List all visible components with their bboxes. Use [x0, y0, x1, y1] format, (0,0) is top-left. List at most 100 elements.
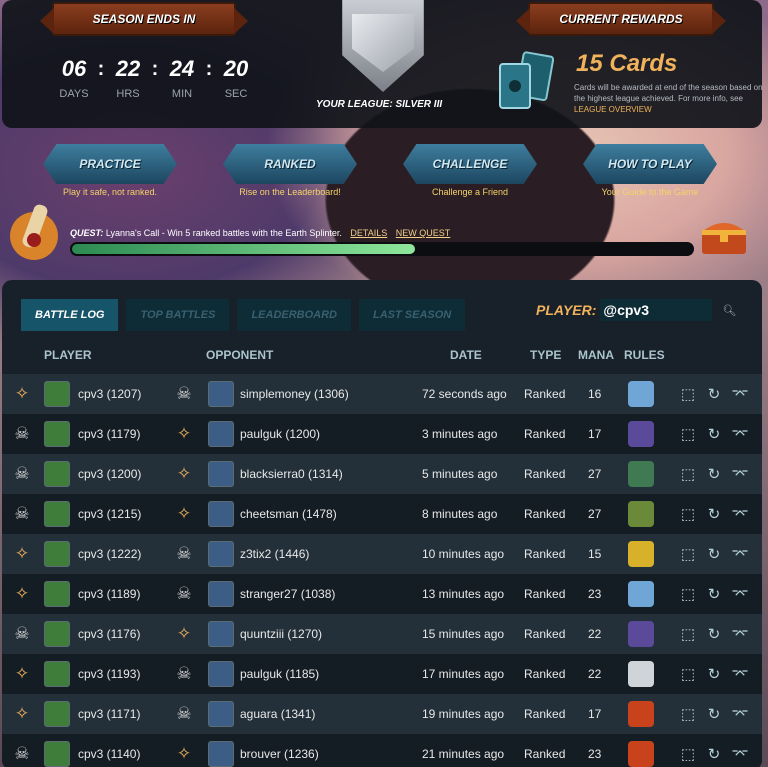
league-overview-link[interactable]: LEAGUE OVERVIEW — [574, 105, 652, 114]
new-quest-link[interactable]: NEW QUEST — [396, 228, 451, 238]
replay-icon[interactable]: ↻ — [704, 494, 724, 534]
player-name[interactable]: cpv3 (1207) — [78, 374, 141, 414]
tab-battle-log[interactable]: BATTLE LOG — [21, 299, 119, 331]
tab-last-season[interactable]: LAST SEASON — [359, 299, 466, 331]
opponent-name[interactable]: cheetsman (1478) — [240, 494, 337, 534]
player-name[interactable]: cpv3 (1200) — [78, 454, 141, 494]
col-type[interactable]: TYPE — [530, 348, 561, 362]
replay-icon[interactable]: ↻ — [704, 534, 724, 574]
expand-icon[interactable]: ⬚ — [678, 734, 698, 767]
how-to-play-label[interactable]: HOW TO PLAY — [583, 144, 717, 184]
expand-icon[interactable]: ⬚ — [678, 654, 698, 694]
practice-label[interactable]: PRACTICE — [43, 144, 177, 184]
expand-icon[interactable]: ⬚ — [678, 694, 698, 734]
avatar[interactable] — [44, 741, 70, 767]
how-to-play-button[interactable]: HOW TO PLAY Your Guide to the Game — [582, 144, 718, 197]
col-rules[interactable]: RULES — [624, 348, 665, 362]
challenge-button[interactable]: CHALLENGE Challenge a Friend — [402, 144, 538, 197]
share-icon[interactable]: ⌤ — [730, 454, 750, 494]
avatar[interactable] — [44, 701, 70, 727]
avatar[interactable] — [44, 621, 70, 647]
tab-leaderboard[interactable]: LEADERBOARD — [237, 299, 351, 331]
share-icon[interactable]: ⌤ — [730, 694, 750, 734]
expand-icon[interactable]: ⬚ — [678, 614, 698, 654]
share-icon[interactable]: ⌤ — [730, 374, 750, 414]
treasure-chest-icon[interactable] — [698, 214, 750, 258]
avatar[interactable] — [208, 581, 234, 607]
replay-icon[interactable]: ↻ — [704, 414, 724, 454]
opponent-name[interactable]: brouver (1236) — [240, 734, 319, 767]
opponent-name[interactable]: paulguk (1200) — [240, 414, 320, 454]
share-icon[interactable]: ⌤ — [730, 574, 750, 614]
table-row[interactable]: ☠ cpv3 (1215) ✧ cheetsman (1478) 8 minut… — [2, 494, 762, 534]
replay-icon[interactable]: ↻ — [704, 614, 724, 654]
expand-icon[interactable]: ⬚ — [678, 454, 698, 494]
player-name[interactable]: cpv3 (1179) — [78, 414, 140, 454]
avatar[interactable] — [208, 461, 234, 487]
avatar[interactable] — [44, 461, 70, 487]
player-name[interactable]: cpv3 (1215) — [78, 494, 141, 534]
avatar[interactable] — [208, 621, 234, 647]
player-name[interactable]: cpv3 (1140) — [78, 734, 140, 767]
col-player[interactable]: PLAYER — [44, 348, 92, 362]
table-row[interactable]: ☠ cpv3 (1176) ✧ quuntziii (1270) 15 minu… — [2, 614, 762, 654]
avatar[interactable] — [208, 381, 234, 407]
avatar[interactable] — [44, 581, 70, 607]
replay-icon[interactable]: ↻ — [704, 694, 724, 734]
avatar[interactable] — [208, 661, 234, 687]
opponent-name[interactable]: blacksierra0 (1314) — [240, 454, 343, 494]
table-row[interactable]: ✧ cpv3 (1207) ☠ simplemoney (1306) 72 se… — [2, 374, 762, 414]
avatar[interactable] — [44, 421, 70, 447]
avatar[interactable] — [44, 501, 70, 527]
avatar[interactable] — [208, 701, 234, 727]
player-name[interactable]: cpv3 (1189) — [78, 574, 140, 614]
opponent-name[interactable]: stranger27 (1038) — [240, 574, 335, 614]
player-name[interactable]: cpv3 (1193) — [78, 654, 140, 694]
opponent-name[interactable]: quuntziii (1270) — [240, 614, 322, 654]
challenge-label[interactable]: CHALLENGE — [403, 144, 537, 184]
quest-details-link[interactable]: DETAILS — [350, 228, 387, 238]
replay-icon[interactable]: ↻ — [704, 454, 724, 494]
share-icon[interactable]: ⌤ — [730, 614, 750, 654]
table-row[interactable]: ☠ cpv3 (1200) ✧ blacksierra0 (1314) 5 mi… — [2, 454, 762, 494]
search-icon[interactable]: 🔍︎ — [722, 304, 736, 317]
share-icon[interactable]: ⌤ — [730, 534, 750, 574]
opponent-name[interactable]: aguara (1341) — [240, 694, 315, 734]
ranked-button[interactable]: RANKED Rise on the Leaderboard! — [222, 144, 358, 197]
share-icon[interactable]: ⌤ — [730, 414, 750, 454]
opponent-name[interactable]: z3tix2 (1446) — [240, 534, 309, 574]
opponent-name[interactable]: simplemoney (1306) — [240, 374, 349, 414]
share-icon[interactable]: ⌤ — [730, 734, 750, 767]
replay-icon[interactable]: ↻ — [704, 574, 724, 614]
share-icon[interactable]: ⌤ — [730, 494, 750, 534]
col-mana[interactable]: MANA — [578, 348, 614, 362]
player-name[interactable]: cpv3 (1176) — [78, 614, 140, 654]
opponent-name[interactable]: paulguk (1185) — [240, 654, 319, 694]
player-name[interactable]: cpv3 (1222) — [78, 534, 141, 574]
avatar[interactable] — [208, 421, 234, 447]
share-icon[interactable]: ⌤ — [730, 654, 750, 694]
ranked-label[interactable]: RANKED — [223, 144, 357, 184]
expand-icon[interactable]: ⬚ — [678, 574, 698, 614]
table-row[interactable]: ✧ cpv3 (1189) ☠ stranger27 (1038) 13 min… — [2, 574, 762, 614]
expand-icon[interactable]: ⬚ — [678, 534, 698, 574]
avatar[interactable] — [44, 381, 70, 407]
col-date[interactable]: DATE — [450, 348, 482, 362]
player-search-input[interactable] — [600, 299, 713, 321]
avatar[interactable] — [208, 541, 234, 567]
table-row[interactable]: ☠ cpv3 (1179) ✧ paulguk (1200) 3 minutes… — [2, 414, 762, 454]
table-row[interactable]: ✧ cpv3 (1222) ☠ z3tix2 (1446) 10 minutes… — [2, 534, 762, 574]
expand-icon[interactable]: ⬚ — [678, 374, 698, 414]
player-name[interactable]: cpv3 (1171) — [78, 694, 140, 734]
table-row[interactable]: ✧ cpv3 (1171) ☠ aguara (1341) 19 minutes… — [2, 694, 762, 734]
expand-icon[interactable]: ⬚ — [678, 414, 698, 454]
tab-top-battles[interactable]: TOP BATTLES — [126, 299, 230, 331]
avatar[interactable] — [208, 501, 234, 527]
replay-icon[interactable]: ↻ — [704, 734, 724, 767]
expand-icon[interactable]: ⬚ — [678, 494, 698, 534]
avatar[interactable] — [44, 541, 70, 567]
practice-button[interactable]: PRACTICE Play it safe, not ranked. — [42, 144, 178, 197]
replay-icon[interactable]: ↻ — [704, 374, 724, 414]
replay-icon[interactable]: ↻ — [704, 654, 724, 694]
col-opponent[interactable]: OPPONENT — [206, 348, 273, 362]
